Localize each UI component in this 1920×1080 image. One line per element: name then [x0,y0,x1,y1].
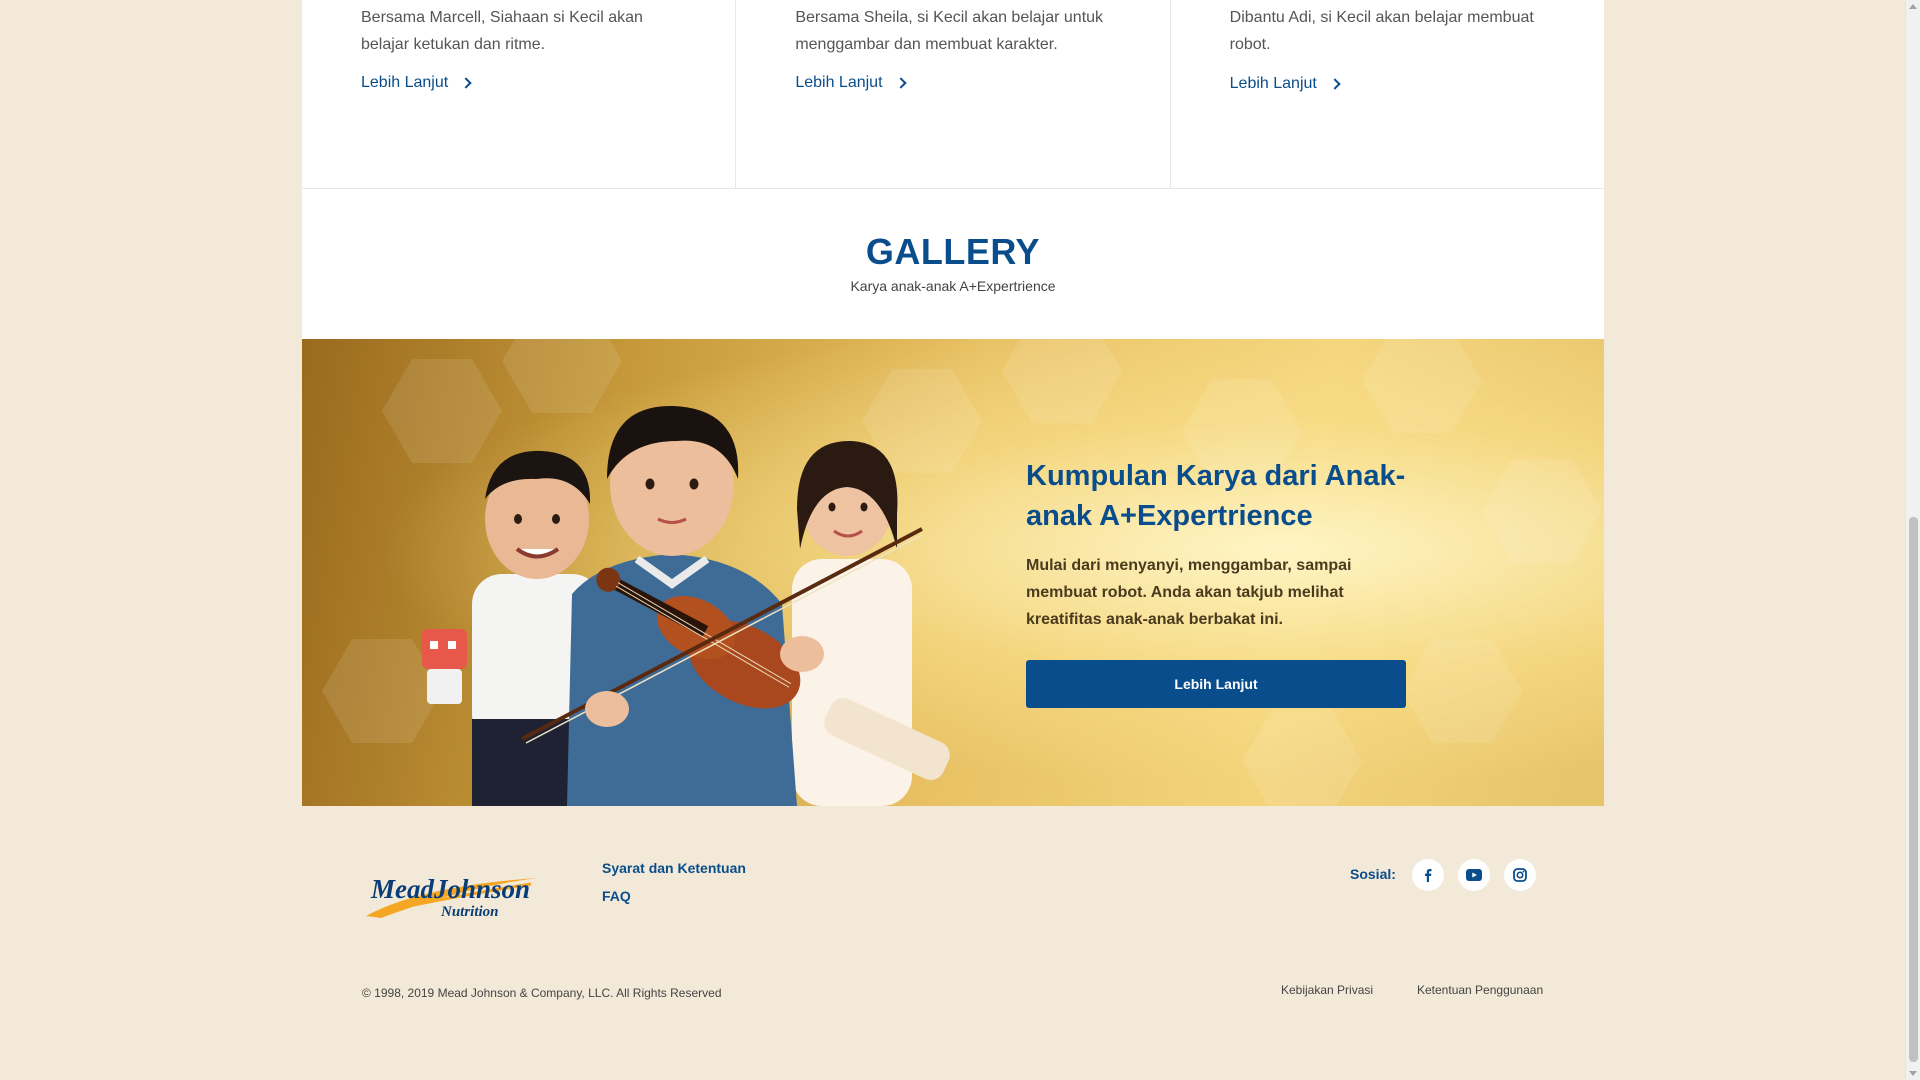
card-more-link[interactable]: Lebih Lanjut [361,74,472,92]
gallery-subtitle: Karya anak-anak A+Expertrience [850,278,1056,294]
banner-more-button[interactable]: Lebih Lanjut [1026,660,1406,708]
svg-text:MeadJohnson: MeadJohnson [370,874,530,904]
banner-text: Mulai dari menyanyi, menggambar, sampai … [1026,557,1352,628]
social-label: Sosial: [1350,866,1396,882]
youtube-icon[interactable] [1458,859,1490,891]
scroll-up-arrow-icon[interactable] [1909,4,1917,9]
card-more-link[interactable]: Lebih Lanjut [795,74,907,92]
gallery-header: GALLERY Karya anak-anak A+Expertrience [302,189,1604,339]
feature-card: Bersama Sheila, si Kecil akan belajar un… [736,0,1171,188]
children-photo [422,405,950,806]
card-link-label: Lebih Lanjut [795,74,883,91]
svg-text:Nutrition: Nutrition [440,904,499,920]
hexagon-decoration [1002,339,1122,423]
privacy-policy-link[interactable]: Kebijakan Privasi [1281,983,1373,997]
banner-title: Kumpulan Karya dari Anak-anak A+Expertri… [1026,460,1406,532]
gallery-title: GALLERY [865,231,1041,272]
mead-johnson-logo[interactable]: MeadJohnson Nutrition [361,866,541,926]
page: Bersama Marcell, Siahaan si Kecil akan b… [0,0,1905,1080]
girl-right [792,440,950,806]
terms-of-use-link[interactable]: Ketentuan Penggunaan [1417,983,1543,997]
hexagon-decoration [1402,639,1522,743]
scroll-thumb[interactable] [1909,517,1918,1062]
scroll-down-arrow-icon[interactable] [1909,1071,1917,1076]
feature-card: Dibantu Adi, si Kecil akan belajar membu… [1171,0,1604,188]
feature-cards: Bersama Marcell, Siahaan si Kecil akan b… [302,0,1604,189]
card-link-label: Lebih Lanjut [1229,75,1317,92]
footer-links: Syarat dan Ketentuan FAQ [602,860,746,916]
gallery-banner: Kumpulan Karya dari Anak-anak A+Expertri… [302,339,1604,806]
chevron-right-icon [460,77,472,89]
chevron-right-icon [894,77,907,89]
feature-card: Bersama Marcell, Siahaan si Kecil akan b… [302,0,737,188]
copyright-text: © 1998, 2019 Mead Johnson & Company, LLC… [362,986,722,1000]
footer: MeadJohnson Nutrition Syarat dan Ketentu… [0,806,1905,1080]
footer-link-faq[interactable]: FAQ [602,888,746,904]
card-description: Dibantu Adi, si Kecil akan belajar membu… [1229,9,1534,53]
instagram-icon[interactable] [1504,859,1536,891]
card-link-label: Lebih Lanjut [361,74,449,91]
hexagon-decoration [1482,459,1602,563]
hexagon-decoration [1362,339,1482,433]
card-more-link[interactable]: Lebih Lanjut [1229,75,1341,93]
page-scrollbar[interactable] [1905,0,1920,1080]
footer-link-terms[interactable]: Syarat dan Ketentuan [602,860,746,876]
card-description: Bersama Marcell, Siahaan si Kecil akan b… [361,9,643,53]
chevron-right-icon [1329,78,1341,90]
hexagon-decoration [1242,709,1362,806]
facebook-icon[interactable] [1412,859,1444,891]
card-description: Bersama Sheila, si Kecil akan belajar un… [795,9,1104,53]
